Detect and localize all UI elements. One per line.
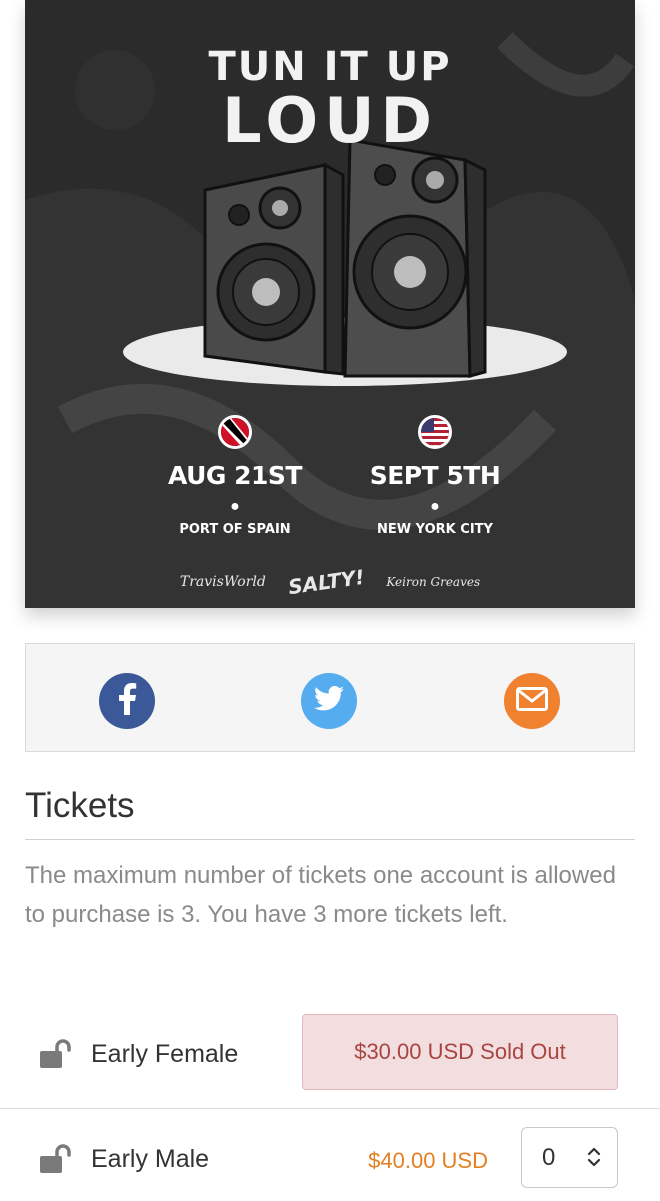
- twitter-icon: [314, 685, 344, 717]
- event-city: PORT OF SPAIN: [179, 522, 291, 537]
- sponsor-logo: TravisWorld: [179, 574, 266, 590]
- email-share-button[interactable]: [504, 673, 560, 729]
- event-separator-dot: ●: [430, 498, 440, 515]
- trinidad-flag-icon: [218, 415, 252, 449]
- event-date: AUG 21ST: [168, 461, 302, 490]
- usa-flag-icon: [418, 415, 452, 449]
- facebook-share-button[interactable]: [99, 673, 155, 729]
- event-poster: TUN IT UP LOUD AUG 21ST ● PORT OF SPAIN: [25, 0, 635, 608]
- event-separator-dot: ●: [230, 498, 240, 515]
- unlocked-icon: [40, 1144, 72, 1174]
- share-bar: [25, 643, 635, 752]
- chevron-up-down-icon: [587, 1145, 601, 1176]
- event-port-of-spain: AUG 21ST ● PORT OF SPAIN: [135, 415, 335, 537]
- quantity-value: 0: [542, 1143, 556, 1171]
- twitter-share-button[interactable]: [301, 673, 357, 729]
- unlocked-icon: [40, 1039, 72, 1069]
- ticket-limit-notice: The maximum number of tickets one accoun…: [25, 862, 616, 928]
- event-date: SEPT 5TH: [369, 461, 501, 490]
- quantity-select[interactable]: 0: [521, 1127, 618, 1188]
- event-new-york: SEPT 5TH ● NEW YORK CITY: [335, 415, 535, 537]
- ticket-price: $40.00 USD: [368, 1148, 488, 1173]
- poster-title-line2: LOUD: [222, 84, 438, 157]
- event-city: NEW YORK CITY: [377, 522, 493, 537]
- ticket-row: Early Male $40.00 USD 0: [0, 1108, 660, 1201]
- tickets-heading: Tickets: [25, 786, 135, 825]
- facebook-icon: [117, 682, 137, 720]
- sponsor-logos: TravisWorld SALTY! Keiron Greaves: [25, 565, 635, 599]
- ticket-name: Early Male: [91, 1145, 210, 1173]
- ticket-row: Early Female $30.00 USD Sold Out: [0, 1000, 660, 1108]
- sold-out-badge: $30.00 USD Sold Out: [302, 1014, 618, 1090]
- email-icon: [516, 686, 548, 716]
- ticket-name: Early Female: [91, 1040, 239, 1068]
- divider: [25, 839, 635, 840]
- sponsor-logo: Keiron Greaves: [386, 575, 481, 589]
